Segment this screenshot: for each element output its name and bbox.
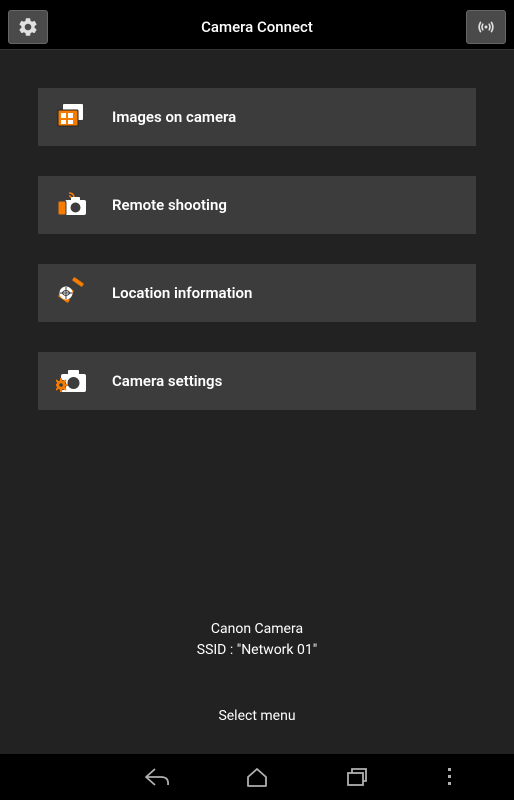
select-prompt: Select menu xyxy=(0,708,514,724)
menu-label: Remote shooting xyxy=(112,196,227,214)
menu-location-information[interactable]: Location information xyxy=(38,264,476,322)
menu-camera-settings[interactable]: Camera settings xyxy=(38,352,476,410)
kebab-icon xyxy=(447,767,453,787)
camera-settings-icon xyxy=(56,365,88,397)
menu-label: Camera settings xyxy=(112,372,222,390)
menu-overflow-button[interactable] xyxy=(435,757,465,797)
ssid-label: SSID : "Network 01" xyxy=(0,640,514,660)
connection-button[interactable] xyxy=(466,10,506,44)
menu-remote-shooting[interactable]: Remote shooting xyxy=(38,176,476,234)
images-icon xyxy=(56,101,88,133)
app-title: Camera Connect xyxy=(201,18,313,36)
settings-button[interactable] xyxy=(8,10,48,44)
app-header: Camera Connect xyxy=(0,4,514,50)
home-icon xyxy=(245,766,269,788)
gear-icon xyxy=(17,16,39,38)
recents-button[interactable] xyxy=(337,757,377,797)
connection-status: Canon Camera SSID : "Network 01" xyxy=(0,619,514,660)
location-icon xyxy=(56,277,88,309)
android-nav-bar xyxy=(0,754,514,800)
back-button[interactable] xyxy=(137,757,177,797)
recents-icon xyxy=(345,766,369,788)
menu-images-on-camera[interactable]: Images on camera xyxy=(38,88,476,146)
back-icon xyxy=(143,766,171,788)
menu-label: Images on camera xyxy=(112,108,236,126)
home-button[interactable] xyxy=(237,757,277,797)
antenna-icon xyxy=(475,16,497,38)
remote-icon xyxy=(56,189,88,221)
main-content: Images on camera Remote shooting xyxy=(0,50,514,410)
device-name: Canon Camera xyxy=(0,619,514,639)
menu-label: Location information xyxy=(112,284,252,302)
